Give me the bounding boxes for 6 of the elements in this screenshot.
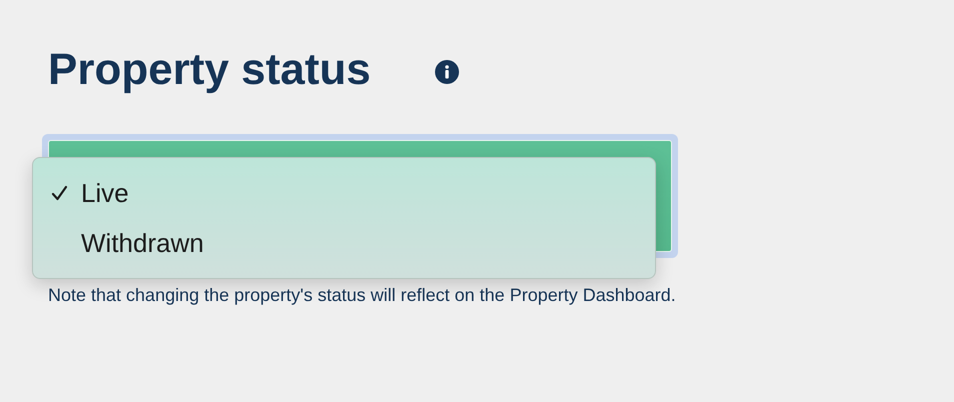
checkmark-icon bbox=[51, 184, 68, 202]
menu-option[interactable]: Withdrawn bbox=[33, 218, 655, 268]
page-title: Property status bbox=[48, 44, 371, 96]
menu-option[interactable]: Live bbox=[33, 168, 655, 218]
status-note: Note that changing the property's status will reflect on the Property Dashboard. bbox=[48, 284, 677, 307]
info-icon bbox=[434, 60, 459, 84]
